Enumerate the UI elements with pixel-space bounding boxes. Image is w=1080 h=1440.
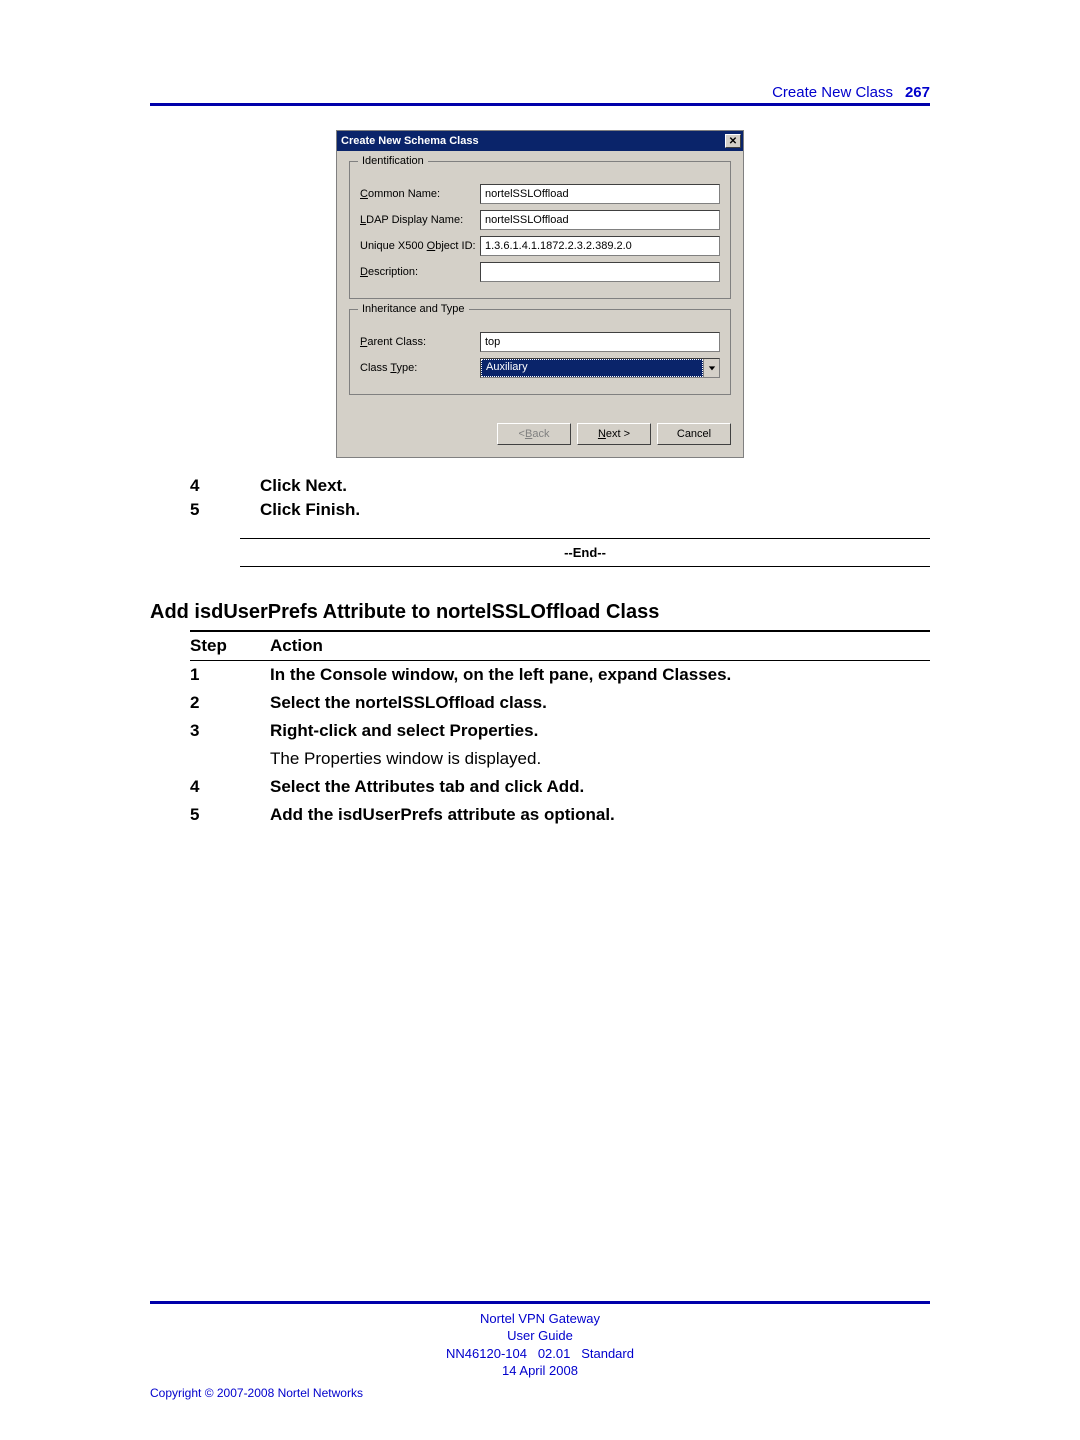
table-row: The Properties window is displayed. [190,745,930,773]
dialog-titlebar: Create New Schema Class ✕ [337,131,743,151]
table-header: Step Action [190,632,930,660]
footer-rule [150,1301,930,1304]
step-item: 5 Click Finish. [190,500,930,520]
header-title: Create New Class [772,84,893,101]
identification-legend: Identification [358,155,428,167]
step-item: 4 Click Next. [190,476,930,496]
parent-class-input[interactable] [480,332,720,352]
table-row: 3 Right-click and select Properties. [190,717,930,745]
dialog-title: Create New Schema Class [341,135,479,147]
parent-class-label: Parent Class: [360,336,480,348]
header-page-number: 267 [905,84,930,101]
table-row: 4 Select the Attributes tab and click Ad… [190,773,930,801]
description-input[interactable] [480,262,720,282]
create-schema-class-dialog: Create New Schema Class ✕ Identification… [336,130,744,458]
class-type-label: Class Type: [360,362,480,374]
description-label: Description: [360,266,480,278]
object-id-input[interactable] [480,236,720,256]
common-name-input[interactable] [480,184,720,204]
ldap-display-name-input[interactable] [480,210,720,230]
section-title: Add isdUserPrefs Attribute to nortelSSLO… [150,601,930,624]
footer-copyright: Copyright © 2007-2008 Nortel Networks [150,1386,930,1400]
class-type-value: Auxiliary [481,359,703,377]
table-row: 2 Select the nortelSSLOffload class. [190,689,930,717]
back-button: < Back [497,423,571,445]
table-row: 5 Add the isdUserPrefs attribute as opti… [190,801,930,829]
end-rule-bottom [240,566,930,567]
cancel-button[interactable]: Cancel [657,423,731,445]
common-name-label: Common Name: [360,188,480,200]
header-rule [150,103,930,106]
inheritance-legend: Inheritance and Type [358,303,469,315]
inheritance-type-group: Inheritance and Type Parent Class: Class… [349,309,731,395]
ldap-display-name-label: LDAP Display Name: [360,214,480,226]
footer-center: Nortel VPN Gateway User Guide NN46120-10… [150,1310,930,1380]
identification-group: Identification Common Name: LDAP Display… [349,161,731,299]
close-icon[interactable]: ✕ [725,134,741,148]
class-type-select[interactable]: Auxiliary [480,358,720,378]
chevron-down-icon[interactable] [703,359,719,377]
next-button[interactable]: Next > [577,423,651,445]
end-label: --End-- [240,539,930,566]
object-id-label: Unique X500 Object ID: [360,240,480,252]
table-row: 1 In the Console window, on the left pan… [190,661,930,689]
